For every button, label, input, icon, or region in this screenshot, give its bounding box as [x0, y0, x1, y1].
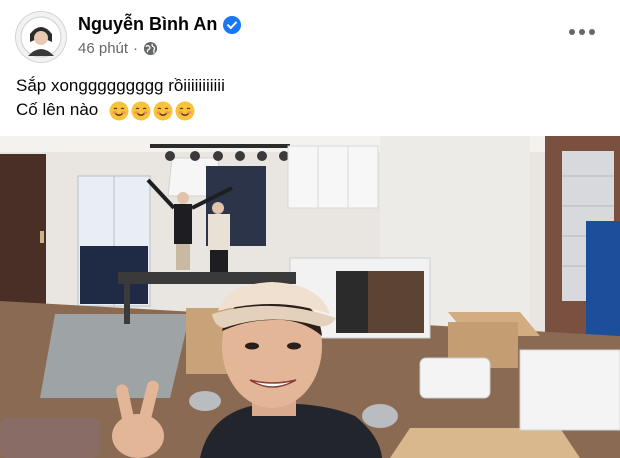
selfie-apartment-photo	[0, 136, 620, 458]
blushing-smile-emoji-icon	[175, 101, 195, 121]
post-text: Sắp xonggggggggg rồiiiiiiiiiii Cố lên nà…	[16, 74, 225, 122]
emoji-row	[109, 101, 195, 121]
author-header: Nguyễn Bình An	[78, 14, 242, 35]
blushing-smile-emoji-icon	[153, 101, 173, 121]
post-text-line-1: Sắp xonggggggggg rồiiiiiiiiiii	[16, 76, 225, 95]
post-text-line-2: Cố lên nào	[16, 100, 99, 119]
post-photo[interactable]	[0, 136, 620, 458]
meta-separator: ·	[133, 40, 139, 57]
author-name[interactable]: Nguyễn Bình An	[78, 14, 217, 35]
verified-badge-icon	[223, 15, 242, 34]
facebook-post: Nguyễn Bình An 46 phút · Sắp xongggggggg…	[0, 0, 620, 458]
post-text-line-2-wrap: Cố lên nào	[16, 98, 225, 122]
globe-icon[interactable]	[143, 41, 158, 56]
more-options-icon[interactable]	[564, 20, 600, 44]
blushing-smile-emoji-icon	[109, 101, 129, 121]
post-meta: 46 phút ·	[78, 40, 158, 57]
post-timestamp[interactable]: 46 phút	[78, 40, 128, 57]
blushing-smile-emoji-icon	[131, 101, 151, 121]
author-avatar[interactable]	[16, 12, 66, 62]
avatar-image	[16, 12, 66, 62]
